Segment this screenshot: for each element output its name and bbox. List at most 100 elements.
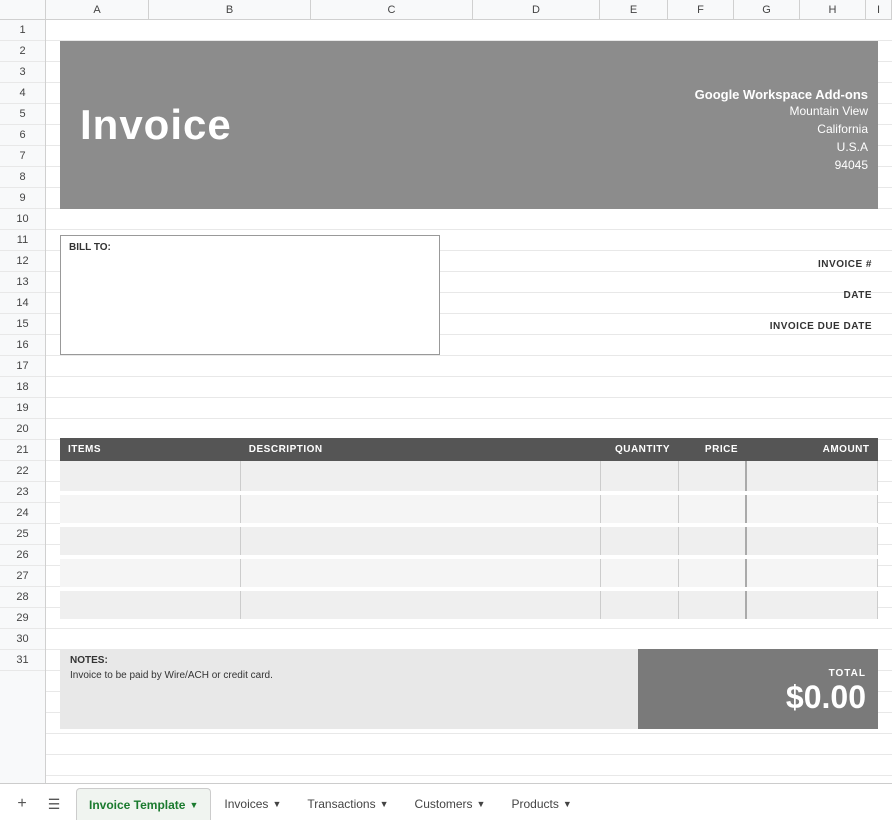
amount-cell-1[interactable] <box>746 461 878 493</box>
row-num-25[interactable]: 25 <box>0 524 45 545</box>
tab-customers-label: Customers <box>415 797 473 811</box>
col-header-h[interactable]: G <box>734 0 800 19</box>
row-num-6[interactable]: 6 <box>0 125 45 146</box>
company-info: Google Workspace Add-ons Mountain View C… <box>678 41 878 209</box>
item-cell-2[interactable] <box>60 493 241 525</box>
row-num-15[interactable]: 15 <box>0 314 45 335</box>
invoice-num-label: INVOICE # <box>818 259 872 270</box>
col-header-b[interactable]: A <box>46 0 149 19</box>
notes-section[interactable]: NOTES: Invoice to be paid by Wire/ACH or… <box>60 649 638 729</box>
col-header-j[interactable]: I <box>866 0 892 19</box>
row-num-12[interactable]: 12 <box>0 251 45 272</box>
row-num-8[interactable]: 8 <box>0 167 45 188</box>
col-header-d[interactable]: C <box>311 0 473 19</box>
column-headers: A B C D E F G H I <box>0 0 892 20</box>
row-num-26[interactable]: 26 <box>0 545 45 566</box>
row-num-11[interactable]: 11 <box>0 230 45 251</box>
item-cell-5[interactable] <box>60 589 241 621</box>
company-city: Mountain View <box>790 102 869 120</box>
row-num-22[interactable]: 22 <box>0 461 45 482</box>
row-num-30[interactable]: 30 <box>0 629 45 650</box>
qty-cell-4[interactable] <box>600 557 678 589</box>
row-num-18[interactable]: 18 <box>0 377 45 398</box>
price-cell-3[interactable] <box>678 525 746 557</box>
tab-products-chevron: ▼ <box>563 799 572 809</box>
row-num-21[interactable]: 21 <box>0 440 45 461</box>
company-state: California <box>817 120 868 138</box>
table-row[interactable] <box>60 557 878 589</box>
col-header-f[interactable]: E <box>600 0 668 19</box>
desc-cell-4[interactable] <box>241 557 600 589</box>
price-cell-5[interactable] <box>678 589 746 621</box>
tab-customers[interactable]: Customers ▼ <box>402 788 499 820</box>
row-num-19[interactable]: 19 <box>0 398 45 419</box>
table-row[interactable] <box>60 589 878 621</box>
row-num-1[interactable]: 1 <box>0 20 45 41</box>
bill-section: BILL TO: INVOICE # DATE INVOICE DUE DATE <box>60 235 878 355</box>
corner-cell <box>0 0 46 19</box>
row-num-24[interactable]: 24 <box>0 503 45 524</box>
amount-cell-4[interactable] <box>746 557 878 589</box>
item-cell-3[interactable] <box>60 525 241 557</box>
invoice-footer: NOTES: Invoice to be paid by Wire/ACH or… <box>60 649 878 729</box>
col-header-i[interactable]: H <box>800 0 866 19</box>
col-header-e[interactable]: D <box>473 0 600 19</box>
row-num-20[interactable]: 20 <box>0 419 45 440</box>
amount-cell-5[interactable] <box>746 589 878 621</box>
spreadsheet: A B C D E F G H I 1 2 3 4 5 6 7 8 9 10 1… <box>0 0 892 783</box>
row-num-16[interactable]: 16 <box>0 335 45 356</box>
table-row[interactable] <box>60 525 878 557</box>
table-row[interactable] <box>60 461 878 493</box>
tab-invoice-template-chevron: ▼ <box>189 800 198 810</box>
desc-cell-2[interactable] <box>241 493 600 525</box>
notes-text: Invoice to be paid by Wire/ACH or credit… <box>70 670 628 681</box>
row-num-4[interactable]: 4 <box>0 83 45 104</box>
row-num-7[interactable]: 7 <box>0 146 45 167</box>
qty-cell-1[interactable] <box>600 461 678 493</box>
amount-cell-2[interactable] <box>746 493 878 525</box>
row-num-17[interactable]: 17 <box>0 356 45 377</box>
col-header-g[interactable]: F <box>668 0 734 19</box>
row-num-5[interactable]: 5 <box>0 104 45 125</box>
tab-invoice-template[interactable]: Invoice Template ▼ <box>76 788 211 820</box>
tab-invoices-label: Invoices <box>224 797 268 811</box>
tab-transactions[interactable]: Transactions ▼ <box>294 788 401 820</box>
price-cell-4[interactable] <box>678 557 746 589</box>
row-num-2[interactable]: 2 <box>0 41 45 62</box>
price-cell-1[interactable] <box>678 461 746 493</box>
row-num-10[interactable]: 10 <box>0 209 45 230</box>
tab-transactions-chevron: ▼ <box>380 799 389 809</box>
sheet-menu-button[interactable]: ☰ <box>40 790 68 818</box>
row-num-31[interactable]: 31 <box>0 650 45 671</box>
col-header-price: PRICE <box>678 438 746 461</box>
item-cell-4[interactable] <box>60 557 241 589</box>
qty-cell-5[interactable] <box>600 589 678 621</box>
row-num-29[interactable]: 29 <box>0 608 45 629</box>
spacer-row24 <box>60 623 878 644</box>
item-cell-1[interactable] <box>60 461 241 493</box>
row-num-3[interactable]: 3 <box>0 62 45 83</box>
bill-to-box[interactable]: BILL TO: <box>60 235 440 355</box>
qty-cell-2[interactable] <box>600 493 678 525</box>
price-cell-2[interactable] <box>678 493 746 525</box>
table-row[interactable] <box>60 493 878 525</box>
col-header-c[interactable]: B <box>149 0 311 19</box>
tab-invoices[interactable]: Invoices ▼ <box>211 788 294 820</box>
company-zip: 94045 <box>835 156 868 174</box>
row-num-9[interactable]: 9 <box>0 188 45 209</box>
desc-cell-5[interactable] <box>241 589 600 621</box>
row-num-23[interactable]: 23 <box>0 482 45 503</box>
desc-cell-1[interactable] <box>241 461 600 493</box>
spacer-rows14-16 <box>60 355 878 418</box>
invoice-title: Invoice <box>80 101 232 149</box>
amount-cell-3[interactable] <box>746 525 878 557</box>
qty-cell-3[interactable] <box>600 525 678 557</box>
row-num-27[interactable]: 27 <box>0 566 45 587</box>
tab-transactions-label: Transactions <box>307 797 375 811</box>
desc-cell-3[interactable] <box>241 525 600 557</box>
row-num-14[interactable]: 14 <box>0 293 45 314</box>
add-sheet-button[interactable]: + <box>8 790 36 818</box>
row-num-28[interactable]: 28 <box>0 587 45 608</box>
tab-products[interactable]: Products ▼ <box>498 788 584 820</box>
row-num-13[interactable]: 13 <box>0 272 45 293</box>
